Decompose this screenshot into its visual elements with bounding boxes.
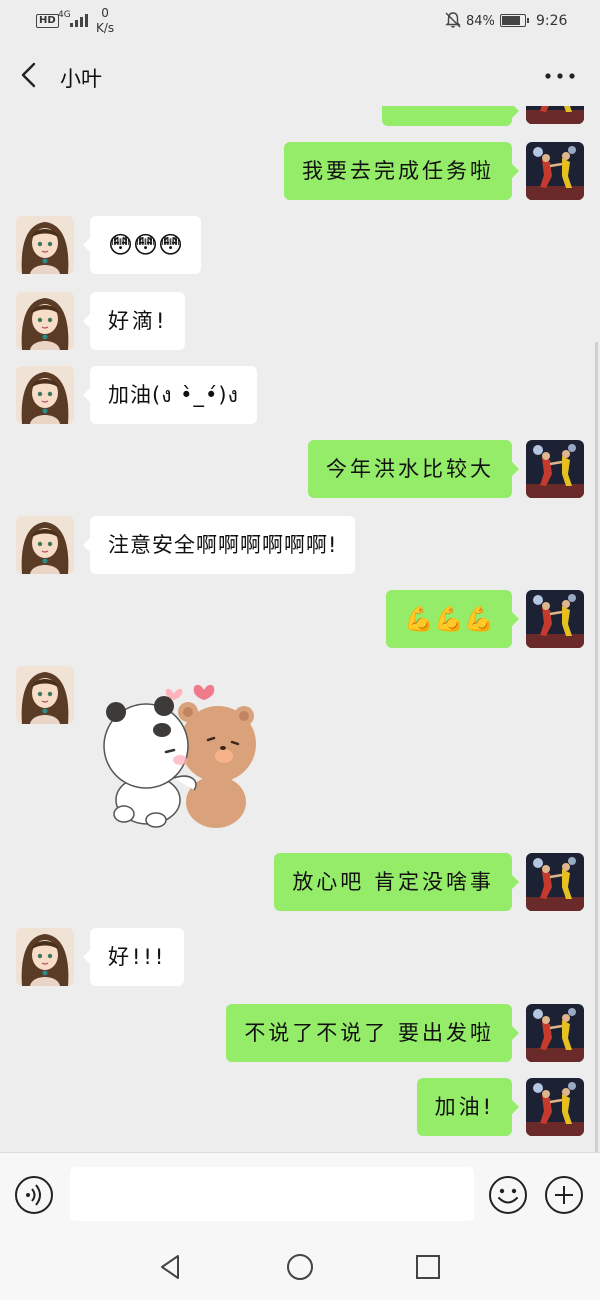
nav-recents-icon[interactable]	[413, 1252, 443, 1282]
contact-avatar[interactable]	[16, 666, 74, 724]
message-bubble-received[interactable]: 好!!!	[82, 928, 185, 986]
input-bar	[0, 1152, 600, 1235]
message-bubble-sent[interactable]: 💪💪💪	[386, 590, 519, 648]
my-avatar[interactable]	[526, 142, 584, 200]
network-speed: 0 K/s	[96, 6, 114, 36]
message-bubble-received[interactable]: 😳😳😳	[82, 216, 202, 274]
chat-title: 小叶	[60, 67, 102, 91]
battery-percent: 84%	[466, 14, 495, 29]
message-bubble-sent[interactable]: 放心吧 肯定没啥事	[274, 853, 519, 911]
my-avatar[interactable]	[526, 106, 584, 124]
battery-icon	[500, 14, 529, 27]
chevron-left-icon[interactable]	[14, 58, 44, 92]
more-dots-icon[interactable]	[540, 64, 580, 88]
message-bubble-partial[interactable]	[382, 106, 519, 126]
hd-indicator: HD	[36, 14, 59, 28]
contact-avatar[interactable]	[16, 928, 74, 986]
bell-muted-icon	[445, 12, 461, 28]
message-bubble-sent[interactable]: 不说了不说了 要出发啦	[226, 1004, 519, 1062]
contact-avatar[interactable]	[16, 292, 74, 350]
network-speed-value: 0	[101, 6, 109, 20]
chat-header: 小叶	[0, 44, 600, 106]
my-avatar[interactable]	[526, 590, 584, 648]
clock: 9:26	[536, 13, 568, 29]
message-bubble-sent[interactable]: 加油!	[416, 1078, 520, 1136]
network-speed-unit: K/s	[96, 21, 115, 35]
contact-avatar[interactable]	[16, 216, 74, 274]
message-bubble-sent[interactable]: 今年洪水比较大	[308, 440, 519, 498]
voice-icon[interactable]	[14, 1175, 54, 1215]
message-input[interactable]	[70, 1167, 474, 1221]
my-avatar[interactable]	[526, 440, 584, 498]
hugging-bears-sticker[interactable]	[96, 682, 256, 832]
emoji-icon[interactable]	[488, 1175, 528, 1215]
message-bubble-received[interactable]: 加油(ง •̀_•́)ง	[83, 366, 257, 424]
scrollbar[interactable]	[595, 342, 598, 1152]
status-bar: HD 4G 0 K/s 84% 9:26	[0, 0, 600, 44]
nav-home-icon[interactable]	[285, 1252, 315, 1282]
my-avatar[interactable]	[526, 853, 584, 911]
contact-avatar[interactable]	[16, 516, 74, 574]
nav-back-icon[interactable]	[156, 1252, 186, 1282]
my-avatar[interactable]	[526, 1004, 584, 1062]
message-list[interactable]: 我要去完成任务啦 😳😳😳 好滴! 加油(ง •̀_•́)ง 今年洪水比较大 注意…	[0, 106, 600, 1152]
signal-icon	[70, 14, 88, 27]
my-avatar[interactable]	[526, 1078, 584, 1136]
message-bubble-sent[interactable]: 我要去完成任务啦	[284, 142, 519, 200]
message-bubble-received[interactable]: 注意安全啊啊啊啊啊啊!	[82, 516, 356, 574]
plus-icon[interactable]	[544, 1175, 584, 1215]
system-navigation	[0, 1234, 600, 1300]
message-bubble-received[interactable]: 好滴!	[82, 292, 186, 350]
contact-avatar[interactable]	[16, 366, 74, 424]
